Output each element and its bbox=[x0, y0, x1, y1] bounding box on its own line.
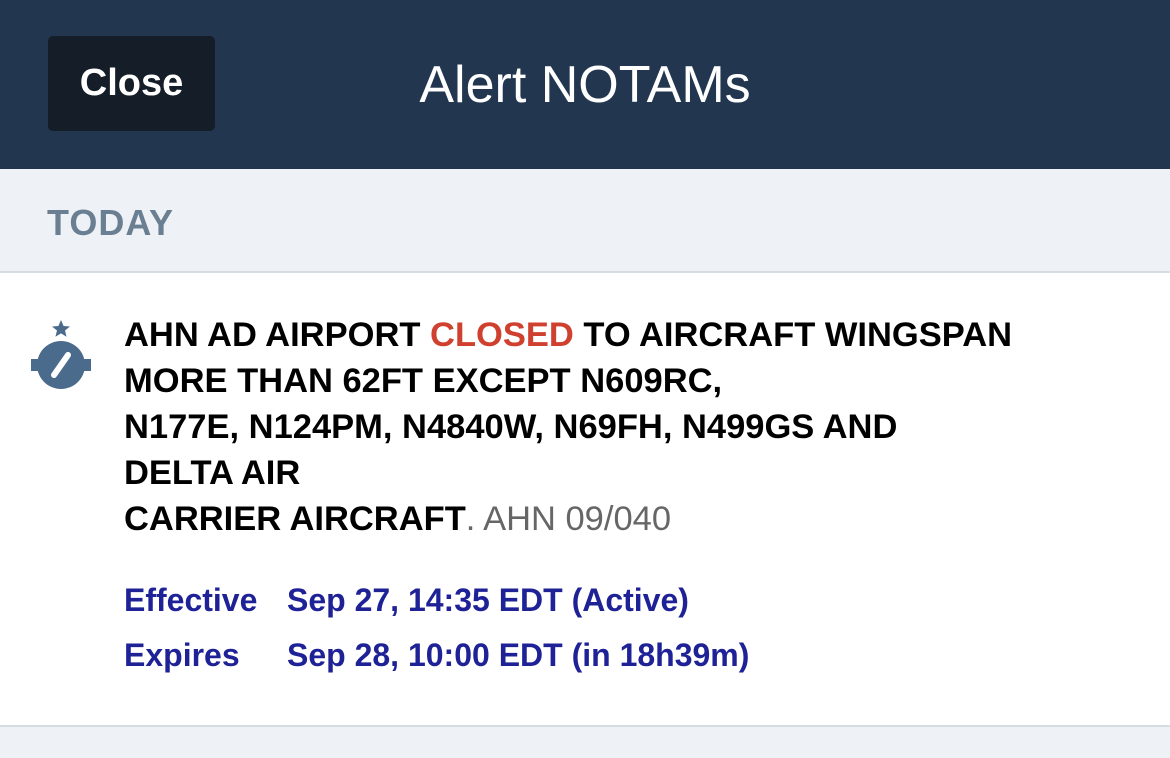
expires-value: Sep 28, 10:00 EDT (in 18h39m) bbox=[287, 637, 750, 673]
expires-label: Expires bbox=[124, 637, 240, 673]
notam-line-2: MORE THAN 62FT EXCEPT N609RC, bbox=[124, 362, 723, 400]
effective-row: Effective Sep 27, 14:35 EDT (Active) bbox=[124, 582, 689, 619]
effective-label: Effective bbox=[124, 582, 258, 618]
notam-text-part: CARRIER AIRCRAFT bbox=[124, 500, 466, 538]
star-shape bbox=[52, 320, 70, 337]
section-label: TODAY bbox=[47, 202, 175, 243]
airport-closed-icon bbox=[31, 320, 91, 389]
notam-text-part: AHN AD AIRPORT bbox=[124, 316, 431, 354]
section-header-today bbox=[0, 169, 1170, 273]
close-button[interactable]: Close bbox=[48, 36, 215, 131]
notam-line-4: DELTA AIR bbox=[124, 454, 301, 492]
notam-text: AHN AD AIRPORT CLOSED TO AIRCRAFT WINGSP… bbox=[124, 312, 1144, 542]
notam-period: . bbox=[465, 500, 476, 538]
notam-id: AHN 09/040 bbox=[475, 500, 672, 538]
effective-value: Sep 27, 14:35 EDT (Active) bbox=[287, 582, 689, 618]
notam-text-part: TO AIRCRAFT WINGSPAN bbox=[573, 316, 1013, 354]
closed-keyword: CLOSED bbox=[430, 316, 574, 354]
expires-row: Expires Sep 28, 10:00 EDT (in 18h39m) bbox=[124, 637, 749, 674]
notam-line-3: N177E, N124PM, N4840W, N69FH, N499GS AND bbox=[124, 408, 898, 446]
notam-line-5: CARRIER AIRCRAFT. AHN 09/040 bbox=[124, 496, 1144, 542]
notam-line-1: AHN AD AIRPORT CLOSED TO AIRCRAFT WINGSP… bbox=[124, 312, 1144, 358]
